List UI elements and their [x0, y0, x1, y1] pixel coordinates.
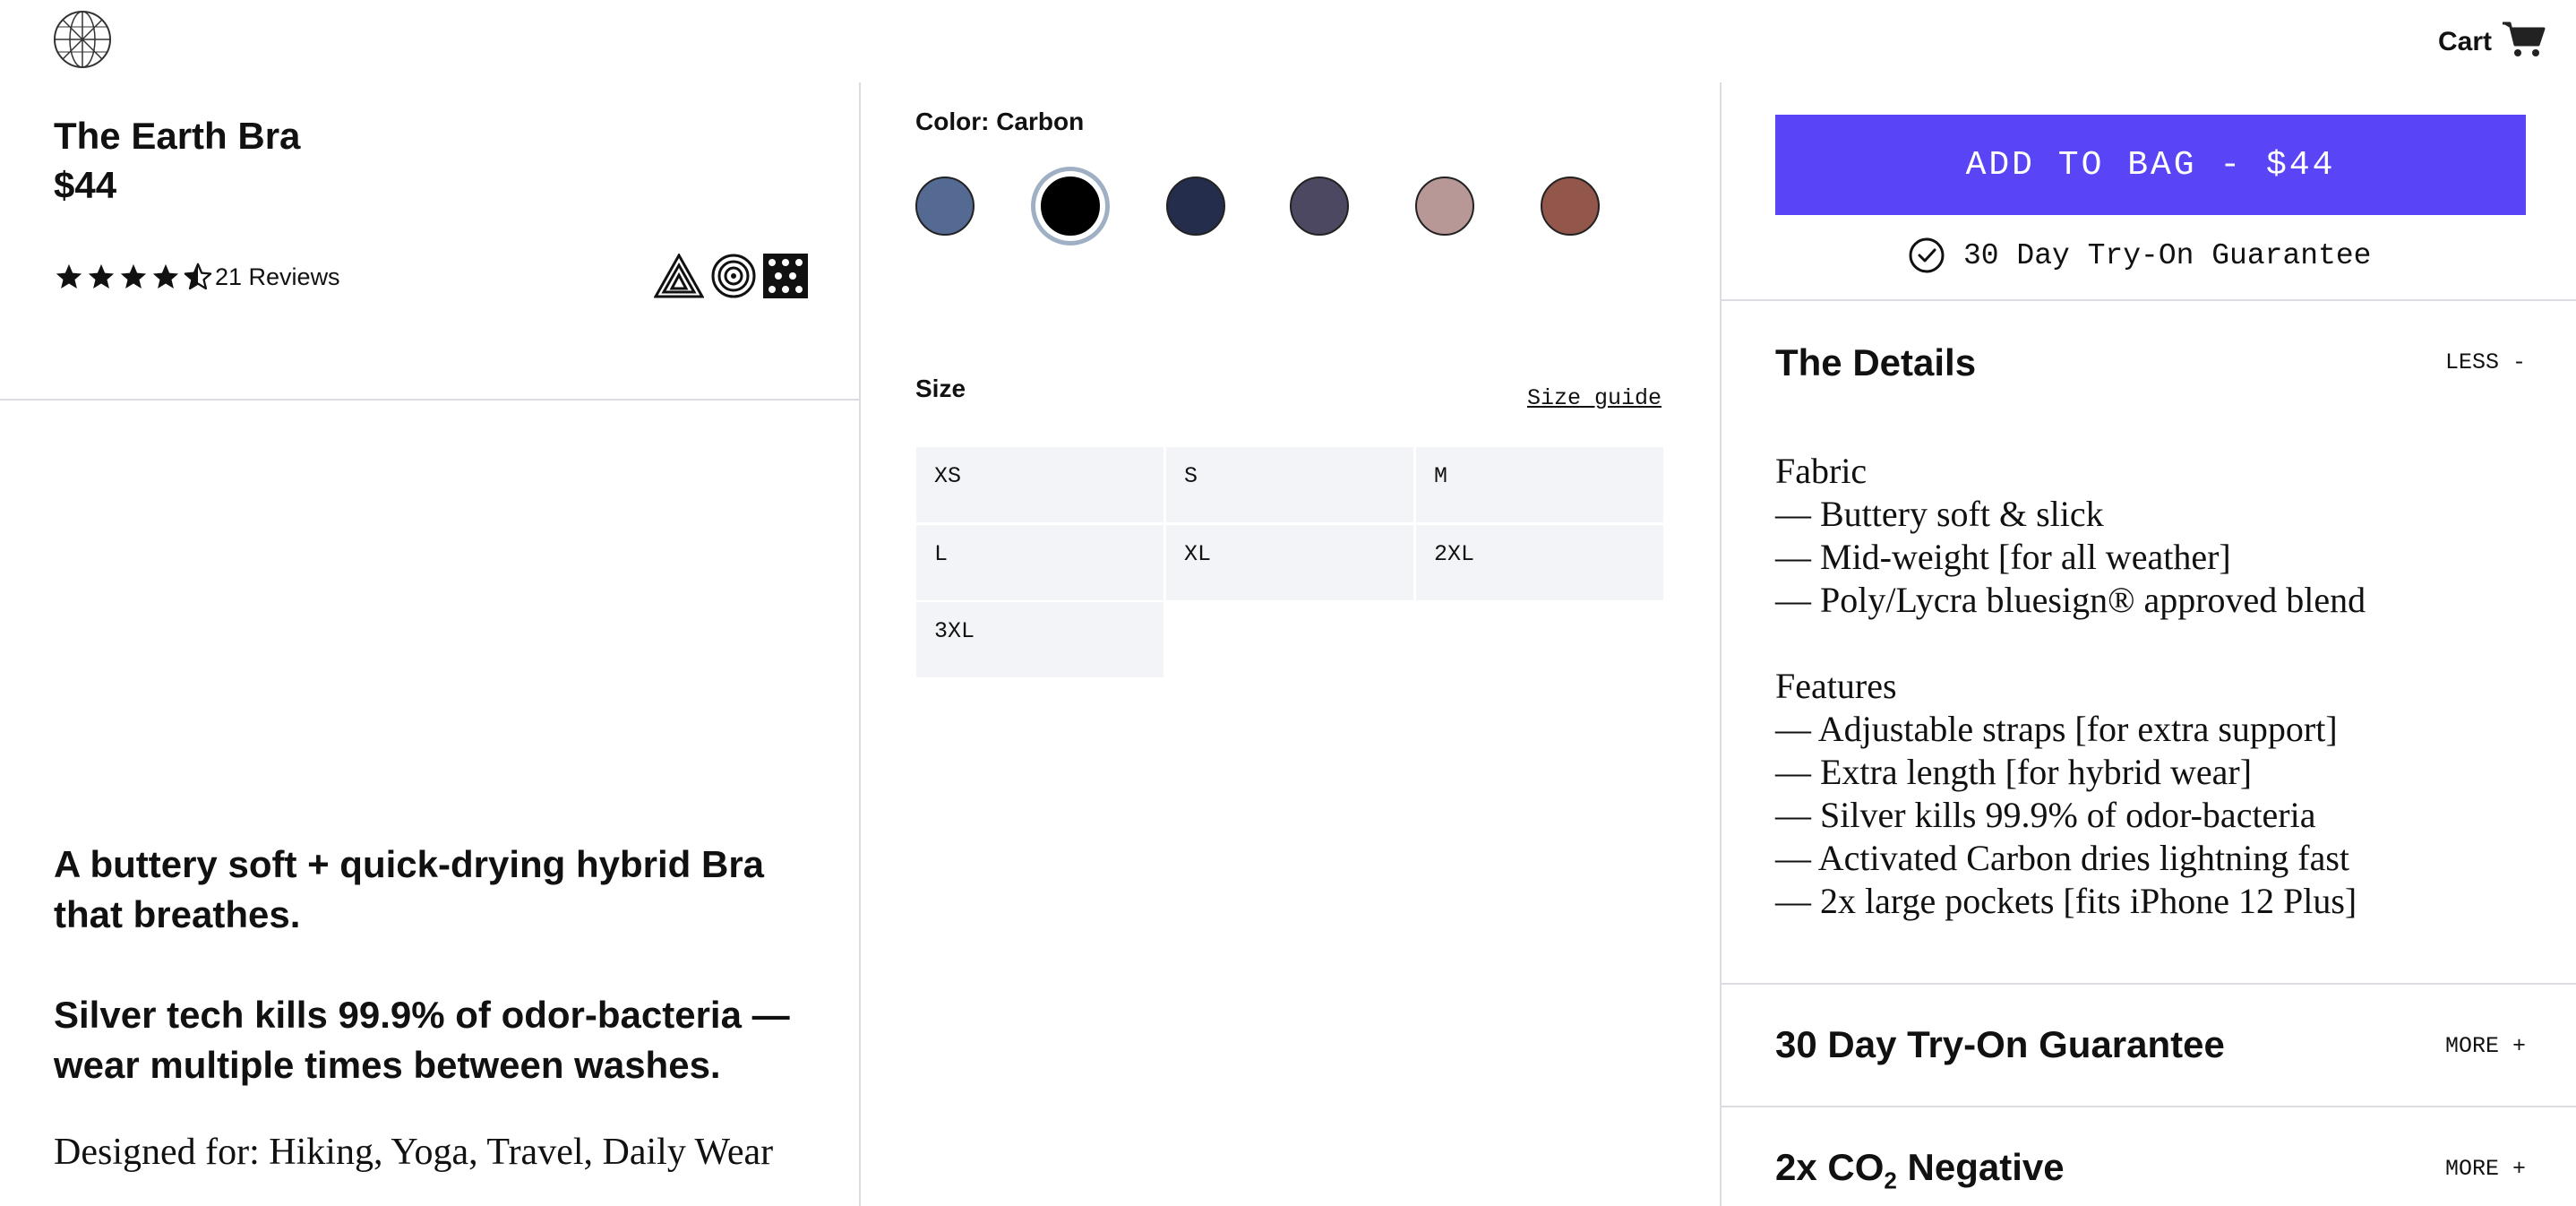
co2-more-toggle[interactable]: MORE + — [2445, 1156, 2526, 1182]
product-tagline-secondary: Silver tech kills 99.9% of odor-bacteria… — [54, 994, 790, 1086]
star-icon — [152, 263, 179, 289]
color-label: Color: Carbon — [915, 108, 1085, 135]
spiral-badge-icon — [711, 254, 756, 298]
left-divider — [0, 399, 859, 401]
star-icon — [56, 263, 82, 289]
size-option-xl[interactable]: XL — [1166, 525, 1413, 600]
co2-section-heading[interactable]: 2x CO2 Negative — [1775, 1146, 2065, 1194]
co2-divider — [1722, 1106, 2576, 1107]
size-option-m[interactable]: M — [1416, 447, 1663, 522]
cart-icon — [2501, 20, 2546, 64]
guarantee-more-toggle[interactable]: MORE + — [2445, 1033, 2526, 1059]
add-to-bag-button[interactable]: ADD TO BAG - $44 — [1775, 115, 2526, 215]
color-swatch-navy[interactable] — [1166, 177, 1225, 236]
details-line: Features — [1775, 666, 1897, 706]
size-option-2xl[interactable]: 2XL — [1416, 525, 1663, 600]
details-line: Fabric — [1775, 451, 1868, 491]
guarantee-divider — [1722, 983, 2576, 985]
details-line: — Adjustable straps [for extra support] — [1775, 709, 2338, 749]
dots-badge-icon — [763, 254, 808, 298]
product-price: $44 — [54, 164, 117, 206]
color-swatch-slate-blue[interactable] — [915, 177, 975, 236]
size-guide-link[interactable]: Size guide — [1527, 385, 1662, 411]
size-option-xs[interactable]: XS — [916, 447, 1163, 522]
site-header: Cart — [0, 0, 2576, 82]
check-circle-icon — [1909, 237, 1945, 273]
try-on-guarantee: 30 Day Try-On Guarantee — [1908, 237, 2371, 274]
star-icon — [88, 263, 115, 289]
details-line: — Poly/Lycra bluesign® approved blend — [1775, 580, 2366, 620]
details-line: — Activated Carbon dries lightning fast — [1775, 838, 2349, 878]
details-line — [1775, 622, 2537, 665]
cart-label: Cart — [2437, 26, 2492, 56]
co2-title-rest: Negative — [1896, 1146, 2065, 1188]
designed-for: Designed for: Hiking, Yoga, Travel, Dail… — [54, 1132, 774, 1173]
feature-badges — [654, 254, 808, 298]
rating-row[interactable]: 21 Reviews — [54, 262, 340, 292]
color-swatch-rose[interactable] — [1415, 177, 1474, 236]
co2-title-part: 2x CO — [1775, 1146, 1885, 1188]
product-title: The Earth Bra — [54, 115, 301, 157]
details-heading[interactable]: The Details — [1775, 341, 1976, 384]
triangle-badge-icon — [654, 254, 704, 298]
star-icon — [120, 263, 147, 289]
size-option-s[interactable]: S — [1166, 447, 1413, 522]
details-less-toggle[interactable]: LESS - — [2445, 349, 2526, 375]
details-divider — [1722, 299, 2576, 301]
details-line: — 2x large pockets [fits iPhone 12 Plus] — [1775, 881, 2357, 921]
product-tagline: A buttery soft + quick-drying hybrid Bra… — [54, 843, 765, 935]
color-swatch-carbon[interactable] — [1041, 177, 1100, 236]
size-option-l[interactable]: L — [916, 525, 1163, 600]
size-label: Size — [915, 375, 966, 402]
column-divider-left — [859, 82, 861, 1206]
details-line: — Mid-weight [for all weather] — [1775, 537, 2231, 577]
details-body: Fabric — Buttery soft & slick — Mid-weig… — [1775, 450, 2537, 923]
half-star-icon — [184, 263, 212, 290]
co2-subscript: 2 — [1884, 1167, 1897, 1194]
guarantee-label: 30 Day Try-On Guarantee — [1963, 238, 2372, 272]
color-swatch-rust[interactable] — [1541, 177, 1600, 236]
color-swatch-charcoal[interactable] — [1290, 177, 1349, 236]
column-divider-right — [1720, 82, 1722, 1206]
details-line: — Buttery soft & slick — [1775, 494, 2104, 534]
size-option-3xl[interactable]: 3XL — [916, 602, 1163, 677]
cart-button[interactable]: Cart — [2438, 20, 2546, 64]
globe-logo-icon[interactable] — [52, 9, 113, 70]
details-line: — Extra length [for hybrid wear] — [1775, 752, 2253, 792]
reviews-count: 21 Reviews — [215, 263, 340, 290]
details-line: — Silver kills 99.9% of odor-bacteria — [1775, 795, 2316, 835]
star-rating — [54, 262, 213, 292]
guarantee-section-heading[interactable]: 30 Day Try-On Guarantee — [1775, 1023, 2225, 1066]
